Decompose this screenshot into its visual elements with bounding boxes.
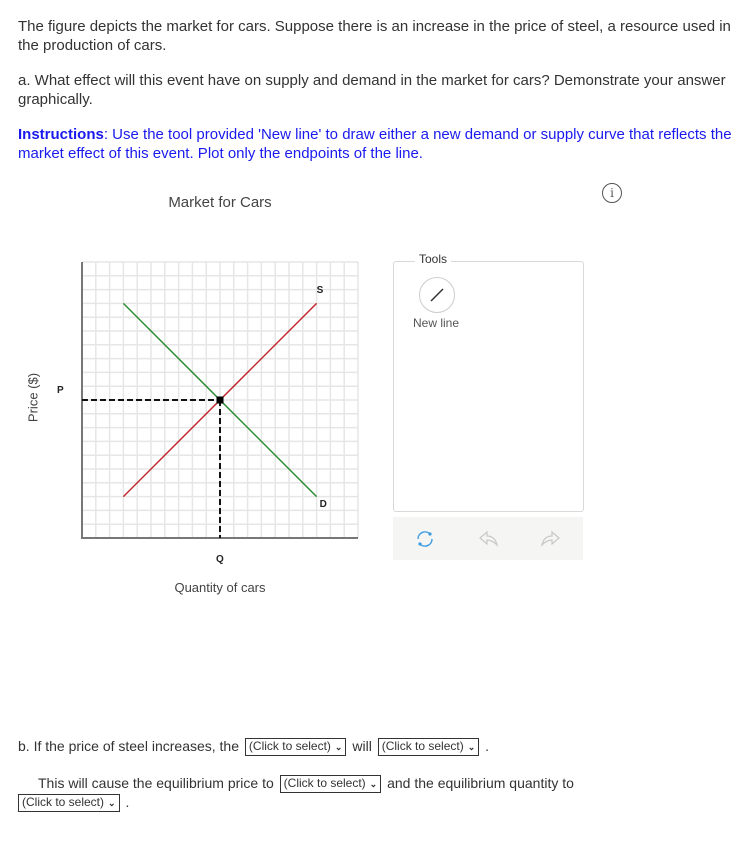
- reset-button[interactable]: [413, 527, 437, 551]
- chevron-down-icon: ⌄: [108, 798, 116, 809]
- reset-icon: [417, 531, 433, 547]
- equilibrium-point: [216, 396, 224, 404]
- line-tool-icon: [430, 288, 444, 302]
- supply-curve-label: S: [316, 285, 324, 297]
- part-b-text: will: [352, 738, 372, 754]
- curve-select[interactable]: (Click to select) ⌄: [244, 738, 347, 757]
- quantity-tick-label: Q: [216, 554, 224, 565]
- direction-select[interactable]: (Click to select) ⌄: [377, 738, 480, 757]
- chart-plot[interactable]: [0, 0, 750, 844]
- undo-button[interactable]: [476, 527, 500, 551]
- chevron-down-icon: ⌄: [467, 742, 476, 753]
- new-line-button[interactable]: [419, 277, 455, 313]
- tools-legend: Tools: [415, 252, 452, 266]
- part-b-text: This will cause the equilibrium price to: [38, 775, 274, 791]
- part-b-text: b. If the price of steel increases, the: [18, 738, 240, 754]
- part-b-line1: b. If the price of steel increases, the …: [18, 737, 490, 757]
- graph-controls: [393, 517, 583, 560]
- price-tick-label: P: [57, 385, 64, 396]
- part-b-text: and the equilibrium quantity to: [387, 775, 574, 791]
- demand-curve-label: D: [319, 498, 327, 510]
- chevron-down-icon: ⌄: [334, 742, 343, 753]
- part-b-line3: (Click to select) ⌄ .: [16, 793, 130, 813]
- part-b-text: .: [485, 738, 490, 754]
- part-b-line2: This will cause the equilibrium price to…: [38, 774, 574, 794]
- new-line-label: New line: [412, 316, 460, 330]
- equilibrium-price-select[interactable]: (Click to select) ⌄: [279, 775, 382, 794]
- equilibrium-quantity-select[interactable]: (Click to select) ⌄: [18, 794, 120, 813]
- chevron-down-icon: ⌄: [369, 779, 378, 790]
- undo-icon: [479, 530, 499, 547]
- part-b-text: .: [125, 794, 130, 810]
- redo-button[interactable]: [539, 527, 563, 551]
- redo-icon: [540, 530, 560, 547]
